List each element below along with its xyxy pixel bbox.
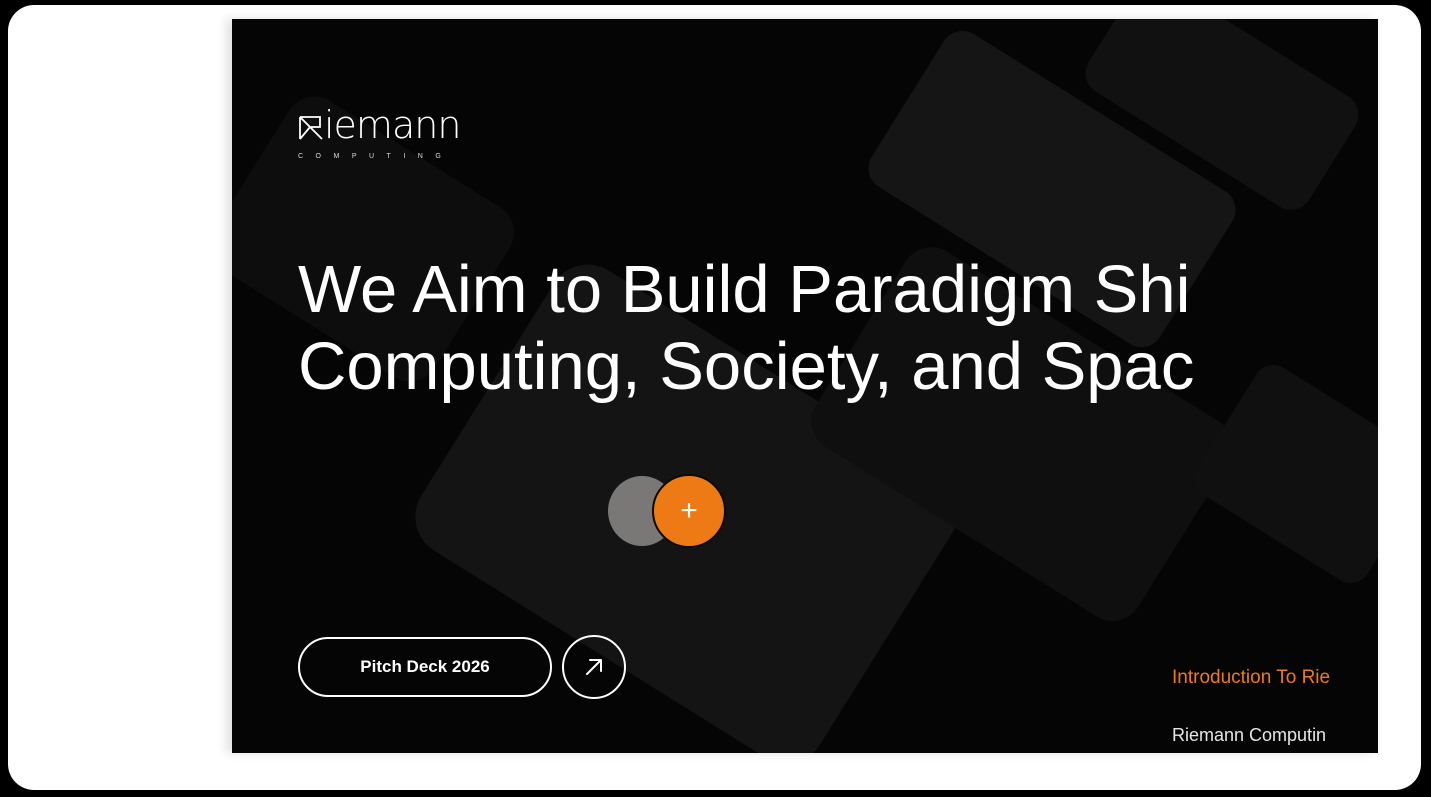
logo-wordmark: iemann (324, 103, 461, 147)
arrow-up-right-icon (586, 659, 602, 675)
company-description: Riemann Computin (1172, 725, 1327, 745)
introduction-link[interactable]: Introduction To Rie (1172, 667, 1330, 689)
headline-line-1: We Aim to Build Paradigm Shi (298, 252, 1191, 327)
pitch-deck-label: Pitch Deck 2026 (360, 657, 490, 676)
hero-slide: iemann COMPUTING We Aim to Build Paradig… (232, 19, 1378, 753)
pitch-deck-button[interactable]: Pitch Deck 2026 (298, 637, 552, 697)
plus-toggle-button[interactable]: + (652, 474, 726, 548)
riemann-logo-mark-icon (299, 116, 323, 140)
hero-headline: We Aim to Build Paradigm Shi Computing, … (298, 251, 1194, 405)
open-pitch-deck-button[interactable] (562, 635, 626, 699)
plus-icon: + (680, 494, 698, 527)
logo-subtitle: COMPUTING (298, 153, 454, 160)
headline-line-2: Computing, Society, and Spac (298, 329, 1195, 405)
browser-frame: iemann COMPUTING We Aim to Build Paradig… (8, 5, 1421, 790)
